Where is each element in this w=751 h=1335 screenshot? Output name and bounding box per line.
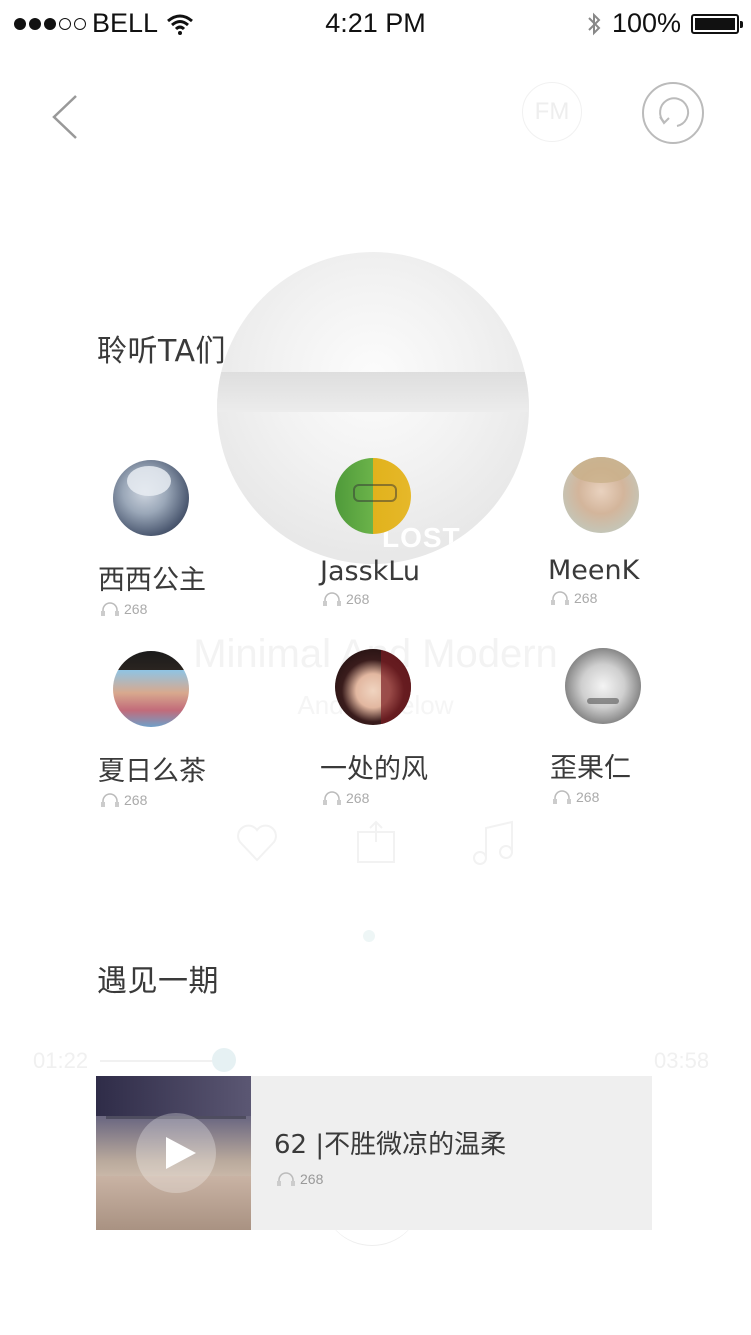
episode-title: 62 |不胜微凉的温柔 — [274, 1130, 507, 1160]
headphones-icon — [277, 1172, 295, 1186]
bluetooth-icon — [588, 12, 601, 35]
listen-count-value: 268 — [124, 792, 148, 808]
listener-name: 歪果仁 — [550, 753, 631, 784]
headphones-icon — [323, 791, 341, 805]
status-bar: BELL 4:21 PM 100% — [0, 0, 751, 48]
listen-count: 268 — [552, 789, 750, 805]
listener-item[interactable]: 夏日么茶 268 — [98, 651, 298, 808]
music-note-icon[interactable] — [468, 818, 518, 868]
avatar[interactable] — [335, 458, 411, 534]
chevron-left-icon — [52, 95, 77, 139]
listen-count-value: 268 — [346, 790, 370, 806]
episode-card[interactable]: 62 |不胜微凉的温柔 268 — [96, 1076, 652, 1230]
avatar[interactable] — [565, 648, 641, 724]
listen-count-value: 268 — [576, 789, 600, 805]
listen-count: 268 — [550, 590, 748, 606]
headphones-icon — [553, 790, 571, 804]
headphones-icon — [323, 592, 341, 606]
avatar[interactable] — [113, 460, 189, 536]
play-icon — [166, 1137, 196, 1169]
loop-icon — [659, 97, 690, 127]
share-icon[interactable] — [352, 818, 402, 868]
episode-section-title: 遇见一期 — [97, 964, 219, 999]
listen-count-value: 268 — [574, 590, 598, 606]
listeners-title: 聆听TA们 — [97, 334, 227, 369]
fm-button[interactable]: FM — [522, 82, 582, 142]
battery-icon — [691, 13, 743, 34]
headphones-icon — [101, 602, 119, 616]
episode-listen-count: 268 — [276, 1171, 323, 1187]
back-button[interactable] — [44, 92, 84, 142]
heart-icon[interactable] — [232, 818, 282, 868]
episode-count-value: 268 — [300, 1171, 324, 1187]
headphones-icon — [101, 793, 119, 807]
listener-item[interactable]: 歪果仁 268 — [550, 648, 750, 805]
play-button[interactable] — [136, 1113, 216, 1193]
listener-name: 夏日么茶 — [98, 756, 206, 787]
listen-count-value: 268 — [346, 591, 370, 607]
episode-thumbnail — [96, 1076, 251, 1230]
battery-percent: 100% — [611, 8, 681, 38]
listener-item[interactable]: JasskLu 268 — [320, 458, 520, 607]
listen-count: 268 — [322, 591, 520, 607]
loop-button[interactable] — [642, 82, 704, 144]
page-indicator — [363, 930, 375, 942]
fm-label: FM — [534, 98, 570, 125]
listen-count: 268 — [100, 601, 298, 617]
elapsed-time: 01:22 — [33, 1048, 89, 1073]
listener-name: 西西公主 — [98, 565, 206, 596]
listen-count: 268 — [322, 790, 520, 806]
listener-item[interactable]: 西西公主 268 — [98, 460, 298, 617]
progress-bar[interactable] — [100, 1060, 218, 1062]
headphones-icon — [551, 591, 569, 605]
progress-knob[interactable] — [212, 1048, 236, 1072]
avatar[interactable] — [563, 457, 639, 533]
listen-count-value: 268 — [124, 601, 148, 617]
avatar[interactable] — [335, 649, 411, 725]
avatar[interactable] — [113, 651, 189, 727]
listener-name: 一处的风 — [320, 754, 428, 785]
listener-name: MeenK — [548, 555, 640, 586]
listener-name: JasskLu — [320, 556, 420, 587]
status-right: 100% — [586, 8, 743, 39]
listener-item[interactable]: MeenK 268 — [548, 457, 748, 606]
listener-item[interactable]: 一处的风 268 — [320, 649, 520, 806]
duration-time: 03:58 — [654, 1048, 710, 1073]
listen-count: 268 — [100, 792, 298, 808]
album-road — [217, 372, 529, 412]
